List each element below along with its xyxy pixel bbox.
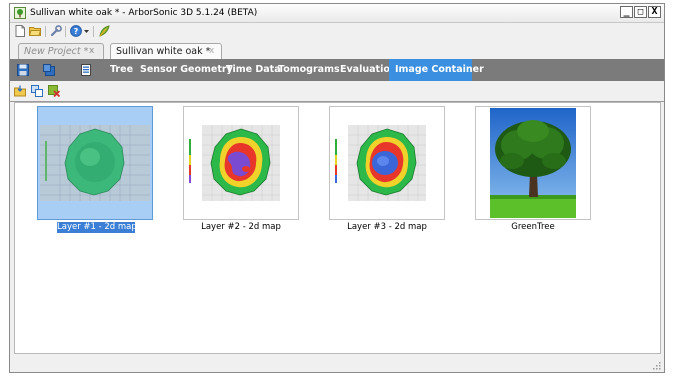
title-bar[interactable]: Sullivan white oak * - ArborSonic 3D 5.1… [10, 4, 664, 23]
tab-new-project[interactable]: New Project * x [18, 43, 104, 59]
nav-image-container[interactable]: Image Container [389, 59, 484, 81]
image-container-panel: Layer #1 - 2d map Layer #2 - 2d map Laye… [14, 102, 661, 354]
dropdown-arrow-icon[interactable] [83, 25, 90, 37]
app-icon [14, 7, 26, 19]
copy-image-icon[interactable] [31, 85, 43, 97]
new-document-icon[interactable] [14, 25, 26, 37]
image-label[interactable]: Layer #1 - 2d map [57, 222, 137, 233]
leaf-icon[interactable] [98, 25, 110, 37]
close-button[interactable]: X [648, 6, 661, 18]
status-bar [10, 354, 664, 372]
image-thumbnail-layer-3[interactable] [329, 106, 445, 220]
resize-grip-icon[interactable] [652, 361, 661, 370]
svg-text:?: ? [74, 27, 79, 36]
minimize-button[interactable]: _ [620, 6, 633, 18]
maximize-button[interactable]: □ [634, 6, 647, 18]
tomogram-2d-map [189, 125, 280, 201]
project-tabs: New Project * x Sullivan white oak * x [10, 41, 664, 59]
tab-label: Sullivan white oak * [116, 46, 211, 57]
wrench-icon[interactable] [50, 25, 62, 37]
toolbar-separator [93, 26, 94, 37]
image-thumbnail-greentree[interactable] [475, 106, 591, 220]
tomogram-2d-map [40, 125, 150, 201]
report-icon[interactable] [80, 64, 92, 76]
toolbar-separator [45, 26, 46, 37]
save-as-icon[interactable] [43, 64, 55, 76]
tomogram-2d-map [335, 125, 426, 201]
image-toolbar [10, 81, 664, 102]
tab-sullivan-white-oak[interactable]: Sullivan white oak * x [110, 43, 222, 59]
section-nav-bar: Tree Sensor Geometry Time Data Tomograms… [10, 59, 664, 81]
image-thumbnail-layer-1[interactable] [37, 106, 153, 220]
delete-image-icon[interactable] [48, 85, 60, 97]
image-label[interactable]: GreenTree [475, 222, 591, 233]
window-title: Sullivan white oak * - ArborSonic 3D 5.1… [30, 8, 258, 18]
app-window: Sullivan white oak * - ArborSonic 3D 5.1… [9, 3, 665, 373]
image-label[interactable]: Layer #3 - 2d map [329, 222, 445, 233]
tab-close-icon[interactable]: x [209, 44, 214, 59]
image-label[interactable]: Layer #2 - 2d map [183, 222, 299, 233]
tab-close-icon[interactable]: x [89, 44, 94, 59]
help-icon[interactable]: ? [70, 25, 82, 37]
open-folder-icon[interactable] [29, 25, 41, 37]
toolbar-separator [65, 26, 66, 37]
tree-photo [490, 108, 576, 218]
save-icon[interactable] [17, 64, 29, 76]
import-image-icon[interactable] [14, 85, 26, 97]
main-toolbar: ? [10, 23, 664, 40]
image-thumbnail-layer-2[interactable] [183, 106, 299, 220]
tab-label: New Project * [24, 46, 89, 57]
